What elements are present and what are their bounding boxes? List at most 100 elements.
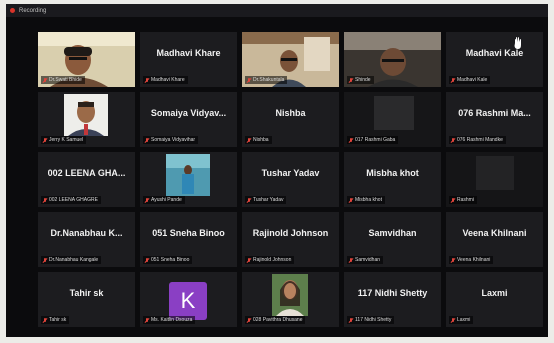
participant-tile[interactable]: 117 Nidhi Shetty 117 Nidhi Shetty (344, 272, 441, 327)
meeting-window: Recording Dr.Swati Bhide Madhavi Khare Mad… (6, 4, 548, 337)
participant-label-text: 028 Pavithra Dhusane (253, 317, 303, 323)
participant-label-text: Ayushi Pande (151, 197, 182, 203)
participant-tile[interactable]: Nishba Nishba (242, 92, 339, 147)
participant-label: Dr.Nanabhau Kangale (41, 256, 102, 264)
participant-name: Laxmi (481, 288, 508, 298)
participant-label-text: Veena Khilnani (457, 257, 491, 263)
avatar: K (169, 282, 207, 320)
participant-label: 002 LEENA GHAGRE (41, 196, 101, 204)
participant-label-text: Dr.Swati Bhide (49, 77, 82, 83)
participant-tile[interactable]: 028 Pavithra Dhusane (242, 272, 339, 327)
mic-muted-icon (451, 137, 455, 143)
participant-label: Shinde (347, 76, 374, 84)
participant-name: Samvidhan (368, 228, 417, 238)
participant-label: 051 Sneha Binoo (143, 256, 193, 264)
participant-name: Tushar Yadav (261, 168, 320, 178)
participant-label: Jerry K Samuel (41, 136, 87, 144)
participant-tile[interactable]: Ayushi Pande (140, 152, 237, 207)
mic-muted-icon (349, 137, 353, 143)
mic-muted-icon (247, 77, 251, 83)
mic-muted-icon (145, 197, 149, 203)
participant-label: Dr.Shakuntala (245, 76, 288, 84)
participant-label-text: Samvidhan (355, 257, 381, 263)
participant-name: Somaiya Vidyav... (150, 108, 227, 118)
participant-tile[interactable]: 017 Rashmi Gaba (344, 92, 441, 147)
participant-label: 076 Rashmi Mandke (449, 136, 506, 144)
participant-label: Tushar Yadav (245, 196, 287, 204)
participant-tile[interactable]: Dr.Shakuntala (242, 32, 339, 87)
participant-tile[interactable]: Tahir sk Tahir sk (38, 272, 135, 327)
participant-tile[interactable]: Samvidhan Samvidhan (344, 212, 441, 267)
participant-tile[interactable]: Dr.Nanabhau K... Dr.Nanabhau Kangale (38, 212, 135, 267)
mic-muted-icon (451, 197, 455, 203)
mic-muted-icon (247, 137, 251, 143)
participant-label-text: 002 LEENA GHAGRE (49, 197, 98, 203)
participant-name: 051 Sneha Binoo (152, 228, 225, 238)
participant-tile[interactable]: Shinde (344, 32, 441, 87)
participant-tile[interactable]: K Ms. Kaitlin Dsouza (140, 272, 237, 327)
recording-label: Recording (19, 7, 47, 14)
participant-label-text: 076 Rashmi Mandke (457, 137, 503, 143)
participant-label-text: Madhavi Kale (457, 77, 488, 83)
participant-label-text: Dr.Nanabhau Kangale (49, 257, 99, 263)
mic-muted-icon (451, 257, 455, 263)
participant-label-text: Somaiya Vidyavihar (151, 137, 196, 143)
participant-label-text: Rajinold Johnson (253, 257, 292, 263)
participant-label: Madhavi Kale (449, 76, 491, 84)
participant-tile[interactable]: Madhavi Khare Madhavi Khare (140, 32, 237, 87)
participant-tile[interactable]: Laxmi Laxmi (446, 272, 543, 327)
participant-label: Somaiya Vidyavihar (143, 136, 199, 144)
participant-label-text: Dr.Shakuntala (253, 77, 285, 83)
mic-muted-icon (43, 317, 47, 323)
participant-tile[interactable]: Tushar Yadav Tushar Yadav (242, 152, 339, 207)
participant-label: Misbha khot (347, 196, 385, 204)
participant-tile[interactable]: Madhavi Kale Madhavi Kale (446, 32, 543, 87)
recording-icon (10, 8, 15, 13)
participant-label-text: Laxmi (457, 317, 471, 323)
participant-label: Rashmi (449, 196, 477, 204)
mic-muted-icon (145, 77, 149, 83)
participant-label: 017 Rashmi Gaba (347, 136, 399, 144)
mic-muted-icon (247, 257, 251, 263)
participant-tile[interactable]: 051 Sneha Binoo 051 Sneha Binoo (140, 212, 237, 267)
participant-label: 117 Nidhi Shetty (347, 316, 395, 324)
mic-muted-icon (451, 317, 455, 323)
participant-tile[interactable]: 002 LEENA GHA... 002 LEENA GHAGRE (38, 152, 135, 207)
participant-tile[interactable]: Jerry K Samuel (38, 92, 135, 147)
participant-grid: Dr.Swati Bhide Madhavi Khare Madhavi Khare… (38, 32, 548, 330)
participant-name: Madhavi Khare (156, 48, 221, 58)
participant-tile[interactable]: Rajinold Johnson Rajinold Johnson (242, 212, 339, 267)
participant-tile[interactable]: Misbha khot Misbha khot (344, 152, 441, 207)
participant-tile[interactable]: Veena Khilnani Veena Khilnani (446, 212, 543, 267)
raised-hand-icon (514, 37, 521, 49)
mic-muted-icon (247, 197, 251, 203)
mic-muted-icon (145, 137, 149, 143)
participant-label-text: Madhavi Khare (151, 77, 185, 83)
participant-label-text: Tushar Yadav (253, 197, 284, 203)
participant-tile[interactable]: Rashmi (446, 152, 543, 207)
participant-name: Misbha khot (366, 168, 419, 178)
participant-label: Madhavi Khare (143, 76, 188, 84)
participant-label-text: 051 Sneha Binoo (151, 257, 190, 263)
participant-label: Nishba (245, 136, 272, 144)
participant-label: Dr.Swati Bhide (41, 76, 85, 84)
participant-name: Nishba (275, 108, 306, 118)
participant-tile[interactable]: 076 Rashmi Ma... 076 Rashmi Mandke (446, 92, 543, 147)
participant-name: Madhavi Kale (465, 48, 524, 58)
participant-label: Laxmi (449, 316, 474, 324)
participant-tile[interactable]: Somaiya Vidyav... Somaiya Vidyavihar (140, 92, 237, 147)
participant-name: Tahir sk (69, 288, 104, 298)
participant-label-text: Shinde (355, 77, 371, 83)
participant-label-text: Ms. Kaitlin Dsouza (151, 317, 193, 323)
mic-muted-icon (451, 77, 455, 83)
participant-name: 076 Rashmi Ma... (458, 108, 531, 118)
mic-muted-icon (43, 77, 47, 83)
participant-label-text: Jerry K Samuel (49, 137, 84, 143)
mic-muted-icon (349, 317, 353, 323)
mic-muted-icon (349, 257, 353, 263)
top-bar: Recording (6, 4, 548, 17)
participant-tile[interactable]: Dr.Swati Bhide (38, 32, 135, 87)
participant-name: 117 Nidhi Shetty (357, 288, 428, 298)
participant-name: Veena Khilnani (462, 228, 527, 238)
participant-name: Dr.Nanabhau K... (50, 228, 123, 238)
